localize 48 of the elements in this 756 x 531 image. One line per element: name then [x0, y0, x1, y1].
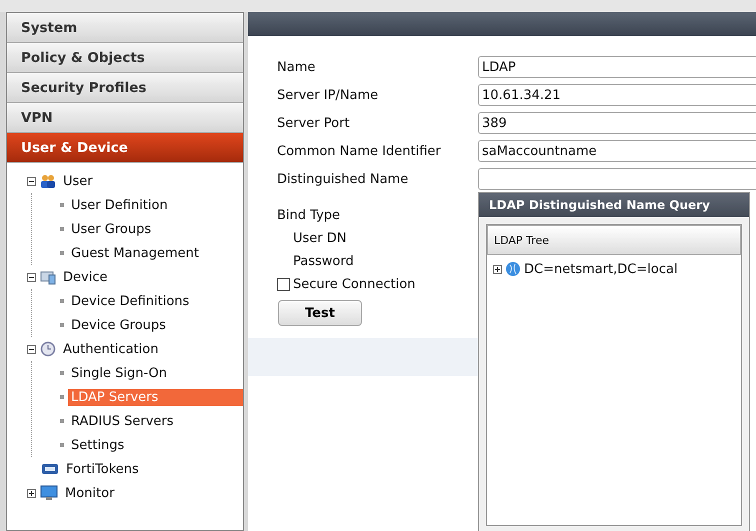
nav-item[interactable]: Policy & Objects	[7, 43, 243, 73]
globe-icon	[505, 261, 521, 277]
nav-item[interactable]: VPN	[7, 103, 243, 133]
input-field[interactable]: LDAP	[478, 56, 756, 78]
tree-item[interactable]: User	[60, 172, 96, 190]
collapse-toggle[interactable]	[27, 344, 36, 354]
collapse-toggle[interactable]	[27, 272, 36, 282]
dialog-title: LDAP Distinguished Name Query	[479, 193, 749, 217]
input-field[interactable]	[478, 168, 756, 190]
tree-item[interactable]: Monitor	[62, 484, 118, 502]
field-label: Distinguished Name	[277, 172, 410, 186]
field-label: Password	[292, 254, 354, 269]
field-label: Bind Type	[277, 208, 340, 223]
tree-item[interactable]: Guest Management	[68, 244, 202, 262]
nav-item[interactable]: System	[7, 13, 243, 43]
tree-item[interactable]: User Definition	[68, 196, 171, 214]
tree-item[interactable]: FortiTokens	[63, 460, 142, 478]
tree-item[interactable]: User Groups	[68, 220, 154, 238]
field-label: Server Port	[277, 116, 351, 130]
collapse-toggle[interactable]	[27, 176, 36, 186]
checkbox-label: Secure Connection	[293, 277, 416, 292]
tree-item[interactable]: Device Groups	[68, 316, 169, 334]
tree-node[interactable]: DC=netsmart,DC=local	[524, 262, 678, 276]
tree-item[interactable]: RADIUS Servers	[68, 412, 177, 430]
device-icon	[40, 269, 56, 285]
input-field[interactable]: 389	[478, 112, 756, 134]
users-icon	[40, 173, 56, 189]
field-label: User DN	[292, 231, 346, 246]
checkbox[interactable]	[277, 278, 290, 291]
input-field[interactable]: saMaccountname	[478, 140, 756, 162]
tree-item[interactable]: Authentication	[60, 340, 162, 358]
column-header: LDAP Tree	[487, 225, 741, 255]
tree-item[interactable]: Settings	[68, 436, 128, 454]
expand-toggle[interactable]	[493, 264, 502, 274]
nav-item[interactable]: User & Device	[7, 133, 243, 163]
monitor-icon	[40, 485, 58, 501]
field-label: Common Name Identifier	[277, 144, 442, 158]
nav-item[interactable]: Security Profiles	[7, 73, 243, 103]
test-button[interactable]: Test	[278, 300, 362, 326]
field-label: Name	[277, 60, 316, 74]
field-label: Server IP/Name	[277, 88, 380, 102]
input-field[interactable]: 10.61.34.21	[478, 84, 756, 106]
tree-item[interactable]: Single Sign-On	[68, 364, 170, 382]
tree-item[interactable]: Device	[60, 268, 110, 286]
expand-toggle[interactable]	[27, 488, 36, 498]
tree-item[interactable]: Device Definitions	[68, 292, 192, 310]
token-icon	[41, 462, 59, 476]
clock-icon	[40, 341, 56, 357]
